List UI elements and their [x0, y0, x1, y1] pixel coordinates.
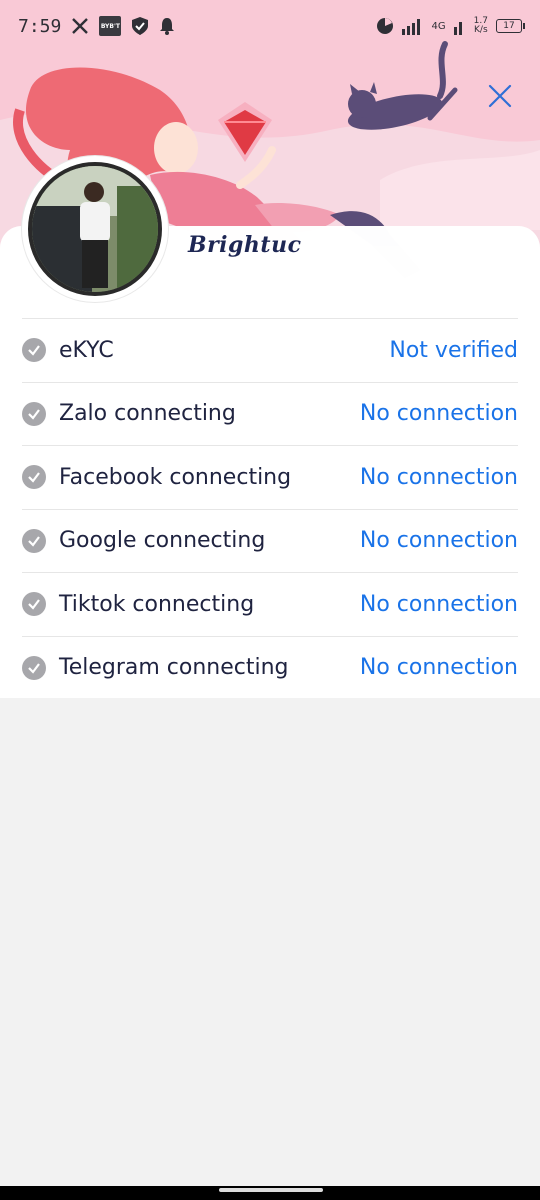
- connection-list: eKYC Not verified Zalo connecting No con…: [22, 318, 518, 699]
- list-item-label: Google connecting: [59, 528, 266, 554]
- list-item-ekyc[interactable]: eKYC Not verified: [22, 318, 518, 382]
- list-item-tiktok[interactable]: Tiktok connecting No connection: [22, 572, 518, 636]
- close-button[interactable]: [486, 82, 514, 110]
- net-speed: 1.7 K/s: [474, 17, 488, 35]
- list-item-label: Facebook connecting: [59, 464, 292, 490]
- check-circle-icon: [22, 338, 46, 363]
- check-circle-icon: [22, 465, 46, 490]
- shield-icon: [131, 16, 149, 36]
- signal-bars-secondary-icon: [453, 17, 466, 35]
- list-item-telegram[interactable]: Telegram connecting No connection: [22, 635, 518, 700]
- status-link[interactable]: No connection: [360, 465, 518, 490]
- list-item-label: Zalo connecting: [59, 401, 236, 427]
- signal-bars-icon: [401, 17, 424, 35]
- check-circle-icon: [22, 528, 46, 553]
- list-item-label: eKYC: [59, 337, 114, 363]
- network-type: 4G: [431, 20, 446, 32]
- clock: 7:59: [18, 15, 62, 37]
- navigation-bar: [0, 1176, 540, 1200]
- status-link[interactable]: Not verified: [389, 338, 518, 363]
- check-circle-icon: [22, 401, 46, 426]
- close-icon: [488, 84, 512, 108]
- bell-icon: [159, 17, 175, 35]
- status-link[interactable]: No connection: [360, 592, 518, 617]
- list-item-facebook[interactable]: Facebook connecting No connection: [22, 445, 518, 509]
- check-circle-icon: [22, 592, 46, 617]
- status-link[interactable]: No connection: [360, 655, 518, 680]
- check-circle-icon: [22, 655, 46, 680]
- home-indicator[interactable]: [219, 1188, 323, 1192]
- x-app-icon: [71, 17, 89, 35]
- battery-icon: 17: [496, 19, 525, 33]
- avatar-photo: [32, 166, 158, 292]
- status-bar: 7:59 BYB'T 4G 1.7 K/s 17: [0, 0, 540, 52]
- list-item-label: Tiktok connecting: [59, 591, 255, 617]
- net-speed-unit: K/s: [474, 25, 488, 35]
- list-item-zalo[interactable]: Zalo connecting No connection: [22, 381, 518, 446]
- bybit-app-icon: BYB'T: [99, 16, 122, 36]
- avatar-frame[interactable]: [22, 156, 168, 302]
- status-link[interactable]: No connection: [360, 528, 518, 553]
- data-usage-icon: [376, 17, 394, 35]
- list-item-google[interactable]: Google connecting No connection: [22, 508, 518, 573]
- username: Brightuc: [188, 232, 302, 258]
- status-link[interactable]: No connection: [360, 401, 518, 426]
- avatar: [28, 162, 162, 296]
- list-item-label: Telegram connecting: [59, 655, 289, 681]
